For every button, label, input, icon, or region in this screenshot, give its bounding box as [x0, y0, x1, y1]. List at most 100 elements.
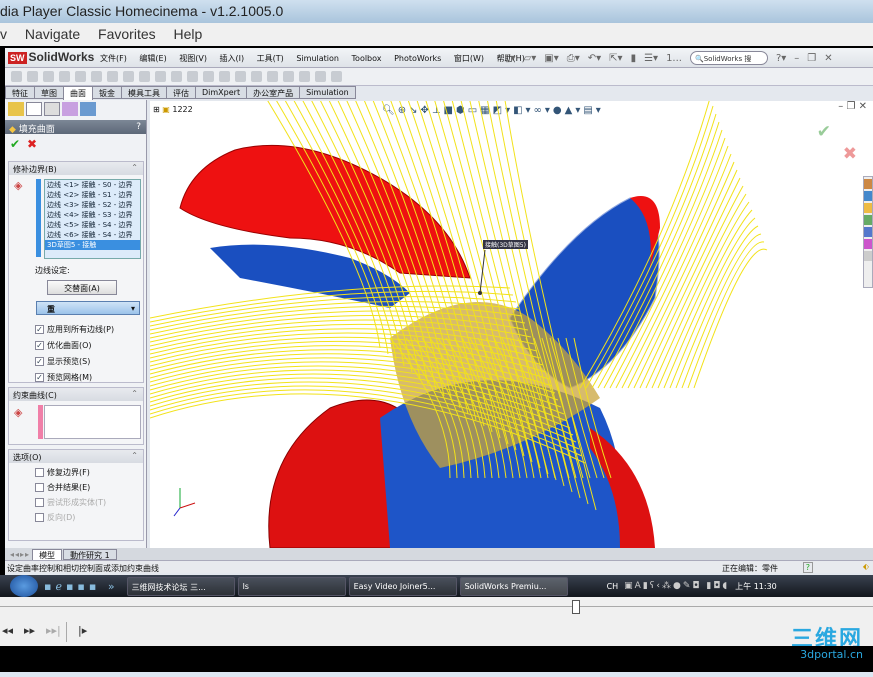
- open-icon[interactable]: ▱▾: [524, 53, 537, 64]
- search-input[interactable]: 🔍SolidWorks 搜: [689, 51, 768, 65]
- menu-toolbox[interactable]: Toolbox: [352, 54, 382, 63]
- tool-move-face-icon[interactable]: [283, 71, 294, 82]
- taskbar-item-ie[interactable]: 三维网技术论坛 三...: [126, 576, 235, 596]
- edge-list[interactable]: 边线 <1> 接触 - S0 - 边界 边线 <2> 接触 - S1 - 边界 边线…: [44, 179, 141, 259]
- save-icon[interactable]: ▣▾: [544, 53, 558, 64]
- tab-sketch[interactable]: 草图: [34, 86, 64, 99]
- tool-extend-icon[interactable]: [155, 71, 166, 82]
- feature-tree-icon[interactable]: [8, 102, 24, 116]
- taskbar-item-solidworks[interactable]: SolidWorks Premiu...: [459, 576, 568, 596]
- tab-motion-study[interactable]: 動作研究 1: [63, 548, 117, 560]
- menu-view[interactable]: v: [0, 26, 7, 42]
- tool-delete-face-icon[interactable]: [251, 71, 262, 82]
- undo-icon[interactable]: ↶▾: [588, 53, 601, 64]
- tool-untrim-icon[interactable]: [187, 71, 198, 82]
- curvature-control-dropdown[interactable]: 重 ▾: [36, 301, 140, 315]
- help-icon[interactable]: ?▾: [776, 53, 786, 64]
- ok-button[interactable]: ✔: [10, 137, 20, 151]
- tab-scroll-arrows[interactable]: ◂◂▸▸: [10, 550, 30, 559]
- tab-office-products[interactable]: 办公室产品: [246, 86, 301, 99]
- recent-list[interactable]: 1...: [666, 53, 682, 64]
- seek-thumb[interactable]: [571, 600, 580, 614]
- tool-curves-icon[interactable]: [331, 71, 342, 82]
- tab-mold-tools[interactable]: 模具工具: [121, 86, 167, 99]
- edge-list-item[interactable]: 边线 <6> 接触 - S4 - 边界: [45, 230, 140, 240]
- system-tray-icons[interactable]: ▣A▮ʕ‹⁂●✎◘ ▮◘◖: [624, 581, 729, 591]
- checkbox[interactable]: ✓: [35, 324, 44, 334]
- print-icon[interactable]: ⎙▾: [567, 53, 580, 64]
- dimxpert-manager-icon[interactable]: [62, 102, 78, 116]
- seek-bar[interactable]: [0, 597, 873, 619]
- property-manager-icon[interactable]: [26, 102, 42, 116]
- taskbar-item-folder[interactable]: ls: [237, 576, 346, 596]
- menu-window[interactable]: 窗口(W): [454, 54, 484, 63]
- restore-icon[interactable]: ❐: [807, 53, 816, 64]
- clock[interactable]: 上午 11:30: [735, 581, 777, 592]
- tool-fill-icon[interactable]: [91, 71, 102, 82]
- minimize-icon[interactable]: –: [794, 53, 799, 64]
- checkbox-option[interactable]: ✓ 应用到所有边线(P): [35, 323, 114, 335]
- menu-help[interactable]: Help: [174, 26, 203, 42]
- panel-help-button[interactable]: ?: [136, 122, 141, 132]
- tool-knit-icon[interactable]: [203, 71, 214, 82]
- edge-list-item[interactable]: 3D草图5 - 接触: [45, 240, 140, 250]
- tool-boundary-icon[interactable]: [75, 71, 86, 82]
- tool-replace-face-icon[interactable]: [267, 71, 278, 82]
- file-explorer-icon[interactable]: [864, 203, 872, 213]
- menu-photoworks[interactable]: PhotoWorks: [394, 54, 441, 63]
- quick-tips-button[interactable]: ?: [802, 562, 813, 573]
- edge-list-item[interactable]: 边线 <1> 接触 - S0 - 边界: [45, 180, 140, 190]
- appearances-icon[interactable]: [864, 239, 872, 249]
- edge-list-item[interactable]: 边线 <3> 接触 - S2 - 边界: [45, 200, 140, 210]
- rebuild-icon[interactable]: ▮: [631, 53, 637, 64]
- tab-model[interactable]: 模型: [32, 548, 63, 560]
- section-header[interactable]: 约束曲线(C) ⌃: [9, 388, 143, 401]
- checkbox-option[interactable]: ✓ 预览网格(M): [35, 371, 114, 383]
- menu-view[interactable]: 视图(V): [179, 54, 207, 63]
- tool-fillet-icon[interactable]: [299, 71, 310, 82]
- collapse-icon[interactable]: ⌃: [131, 389, 138, 398]
- checkbox-option[interactable]: 合并结果(E): [35, 481, 143, 493]
- tab-evaluate[interactable]: 评估: [166, 86, 196, 99]
- menu-favorites[interactable]: Favorites: [98, 26, 156, 42]
- alternate-face-button[interactable]: 交替面(A): [47, 280, 117, 295]
- checkbox[interactable]: ✓: [35, 340, 44, 350]
- new-file-icon[interactable]: ▯▾: [505, 53, 516, 64]
- tool-offset-icon[interactable]: [123, 71, 134, 82]
- edge-list-item[interactable]: 边线 <5> 接触 - S4 - 边界: [45, 220, 140, 230]
- tab-features[interactable]: 特征: [5, 86, 35, 99]
- tool-cut-icon[interactable]: [235, 71, 246, 82]
- constraint-curve-list[interactable]: [44, 405, 141, 439]
- menu-simulation[interactable]: Simulation: [296, 54, 339, 63]
- tab-simulation[interactable]: Simulation: [299, 86, 356, 99]
- tool-planar-icon[interactable]: [107, 71, 118, 82]
- section-header[interactable]: 选项(O) ⌃: [9, 450, 143, 463]
- custom-properties-icon[interactable]: [864, 251, 872, 261]
- graphics-area[interactable]: ⊞ ▣ 1222 🔍︎⊕↘✥⊥■⬢▭▦◩▾◧▾∞▾●▲▾▤▾ – ❐ ✕ ✔ ✖…: [150, 101, 873, 548]
- tool-thicken-icon[interactable]: [219, 71, 230, 82]
- tool-split-icon[interactable]: [315, 71, 326, 82]
- start-button[interactable]: [10, 575, 38, 597]
- close-icon[interactable]: ✕: [824, 53, 832, 64]
- rewind-button[interactable]: ◂◂: [2, 624, 13, 637]
- checkbox[interactable]: ✓: [35, 356, 44, 366]
- cancel-button[interactable]: ✖: [27, 137, 37, 151]
- tool-extrude-icon[interactable]: [11, 71, 22, 82]
- search-icon[interactable]: [864, 215, 872, 225]
- tool-loft-icon[interactable]: [59, 71, 70, 82]
- tab-surfaces[interactable]: 曲面: [63, 86, 93, 100]
- checkbox[interactable]: [35, 482, 44, 492]
- display-manager-icon[interactable]: [80, 102, 96, 116]
- menu-file[interactable]: 文件(F): [100, 54, 127, 63]
- menu-edit[interactable]: 编辑(E): [139, 54, 166, 63]
- tool-revolve-icon[interactable]: [27, 71, 38, 82]
- view-palette-icon[interactable]: [864, 227, 872, 237]
- taskbar-item-video-joiner[interactable]: Easy Video Joiner5...: [348, 576, 457, 596]
- checkbox-option[interactable]: 修复边界(F): [35, 466, 143, 478]
- fast-forward-button[interactable]: ▸▸: [24, 624, 35, 637]
- design-library-icon[interactable]: [864, 191, 872, 201]
- edge-list-item[interactable]: 边线 <2> 接触 - S1 - 边界: [45, 190, 140, 200]
- checkbox-option[interactable]: ✓ 优化曲面(O): [35, 339, 114, 351]
- config-manager-icon[interactable]: [44, 102, 60, 116]
- next-button[interactable]: ▸▸|: [46, 624, 61, 637]
